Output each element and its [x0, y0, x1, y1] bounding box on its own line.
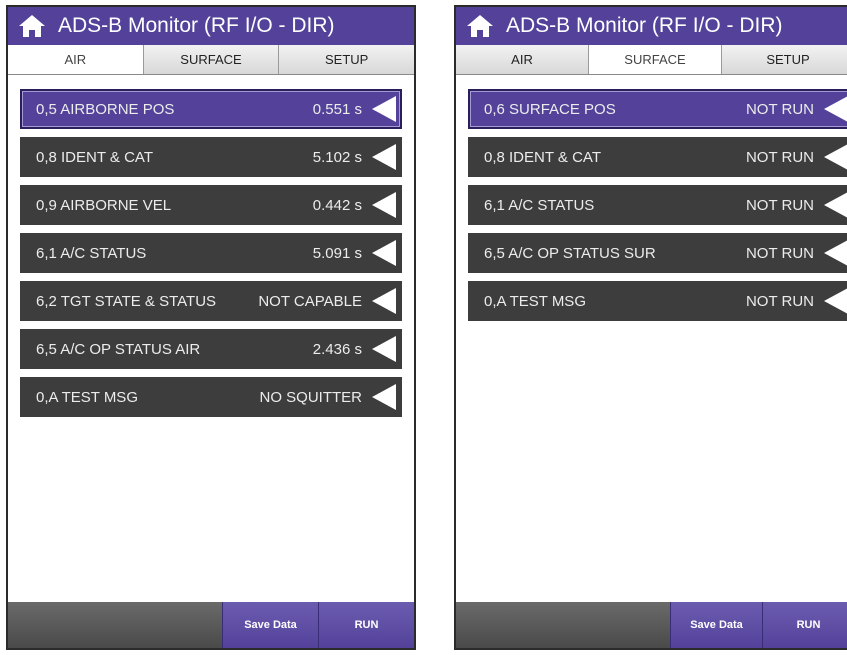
tab-setup[interactable]: SETUP — [721, 45, 847, 74]
run-button[interactable]: RUN — [318, 602, 414, 648]
row-label: 6,2 TGT STATE & STATUS — [36, 292, 217, 310]
message-list: 0,6 SURFACE POS NOT RUN 0,8 IDENT & CAT … — [456, 75, 847, 321]
run-button[interactable]: RUN — [762, 602, 847, 648]
triangle-left-icon[interactable] — [820, 94, 847, 124]
toolbar-spacer — [456, 602, 670, 648]
triangle-left-icon[interactable] — [368, 238, 398, 268]
triangle-left-icon[interactable] — [368, 382, 398, 412]
list-item-ac-status[interactable]: 6,1 A/C STATUS NOT RUN — [468, 185, 847, 225]
tab-surface[interactable]: SURFACE — [142, 45, 279, 74]
row-label: 0,8 IDENT & CAT — [36, 148, 153, 166]
list-item-surface-pos[interactable]: 0,6 SURFACE POS NOT RUN — [468, 89, 847, 129]
row-label: 0,6 SURFACE POS — [484, 100, 616, 118]
row-label: 0,A TEST MSG — [36, 388, 138, 406]
row-label: 6,1 A/C STATUS — [36, 244, 147, 262]
list-item-ident-cat[interactable]: 0,8 IDENT & CAT 5.102 s — [20, 137, 402, 177]
row-label: 6,5 A/C OP STATUS AIR — [36, 340, 201, 358]
row-label: 0,5 AIRBORNE POS — [36, 100, 175, 118]
row-value: NOT CAPABLE — [258, 292, 362, 310]
triangle-left-icon[interactable] — [368, 142, 398, 172]
row-value: NOT RUN — [745, 100, 814, 118]
list-item-tgt-state[interactable]: 6,2 TGT STATE & STATUS NOT CAPABLE — [20, 281, 402, 321]
row-label: 6,5 A/C OP STATUS SUR — [484, 244, 656, 262]
page-title: ADS-B Monitor (RF I/O - DIR) — [506, 14, 783, 37]
toolbar-spacer — [8, 602, 222, 648]
triangle-left-icon[interactable] — [368, 94, 398, 124]
row-value: NO SQUITTER — [259, 388, 362, 406]
row-label: 6,1 A/C STATUS — [484, 196, 595, 214]
row-value: 5.102 s — [312, 148, 362, 166]
row-label: 0,9 AIRBORNE VEL — [36, 196, 172, 214]
tab-air[interactable]: AIR — [8, 45, 143, 74]
triangle-left-icon[interactable] — [368, 334, 398, 364]
row-value: NOT RUN — [745, 292, 814, 310]
row-value: 0.551 s — [312, 100, 362, 118]
list-item-ac-op-status-air[interactable]: 6,5 A/C OP STATUS AIR 2.436 s — [20, 329, 402, 369]
triangle-left-icon[interactable] — [820, 286, 847, 316]
save-data-button[interactable]: Save Data — [670, 602, 762, 648]
list-item-ac-status[interactable]: 6,1 A/C STATUS 5.091 s — [20, 233, 402, 273]
home-icon[interactable] — [466, 13, 494, 39]
list-item-airborne-vel[interactable]: 0,9 AIRBORNE VEL 0.442 s — [20, 185, 402, 225]
row-value: NOT RUN — [745, 148, 814, 166]
save-data-button[interactable]: Save Data — [222, 602, 318, 648]
bottom-toolbar: Save Data RUN — [456, 602, 847, 648]
list-item-test-msg[interactable]: 0,A TEST MSG NO SQUITTER — [20, 377, 402, 417]
tab-bar: AIR SURFACE SETUP — [456, 45, 847, 75]
row-value: 2.436 s — [312, 340, 362, 358]
row-value: 5.091 s — [312, 244, 362, 262]
triangle-left-icon[interactable] — [368, 190, 398, 220]
triangle-left-icon[interactable] — [820, 238, 847, 268]
tab-air[interactable]: AIR — [456, 45, 588, 74]
list-item-test-msg[interactable]: 0,A TEST MSG NOT RUN — [468, 281, 847, 321]
tab-bar: AIR SURFACE SETUP — [8, 45, 414, 75]
triangle-left-icon[interactable] — [368, 286, 398, 316]
page-title: ADS-B Monitor (RF I/O - DIR) — [58, 14, 335, 37]
screen-air-tab: ADS-B Monitor (RF I/O - DIR) AIR SURFACE… — [6, 5, 416, 650]
bottom-toolbar: Save Data RUN — [8, 602, 414, 648]
list-item-ident-cat[interactable]: 0,8 IDENT & CAT NOT RUN — [468, 137, 847, 177]
row-value: NOT RUN — [745, 196, 814, 214]
triangle-left-icon[interactable] — [820, 190, 847, 220]
list-item-ac-op-status-sur[interactable]: 6,5 A/C OP STATUS SUR NOT RUN — [468, 233, 847, 273]
tab-setup[interactable]: SETUP — [278, 45, 414, 74]
row-label: 0,A TEST MSG — [484, 292, 586, 310]
row-value: 0.442 s — [312, 196, 362, 214]
title-bar: ADS-B Monitor (RF I/O - DIR) — [456, 7, 847, 45]
row-label: 0,8 IDENT & CAT — [484, 148, 601, 166]
tab-surface[interactable]: SURFACE — [588, 45, 721, 74]
home-icon[interactable] — [18, 13, 46, 39]
row-value: NOT RUN — [745, 244, 814, 262]
list-item-airborne-pos[interactable]: 0,5 AIRBORNE POS 0.551 s — [20, 89, 402, 129]
screen-surface-tab: ADS-B Monitor (RF I/O - DIR) AIR SURFACE… — [454, 5, 847, 650]
title-bar: ADS-B Monitor (RF I/O - DIR) — [8, 7, 414, 45]
message-list: 0,5 AIRBORNE POS 0.551 s 0,8 IDENT & CAT… — [8, 75, 414, 417]
triangle-left-icon[interactable] — [820, 142, 847, 172]
